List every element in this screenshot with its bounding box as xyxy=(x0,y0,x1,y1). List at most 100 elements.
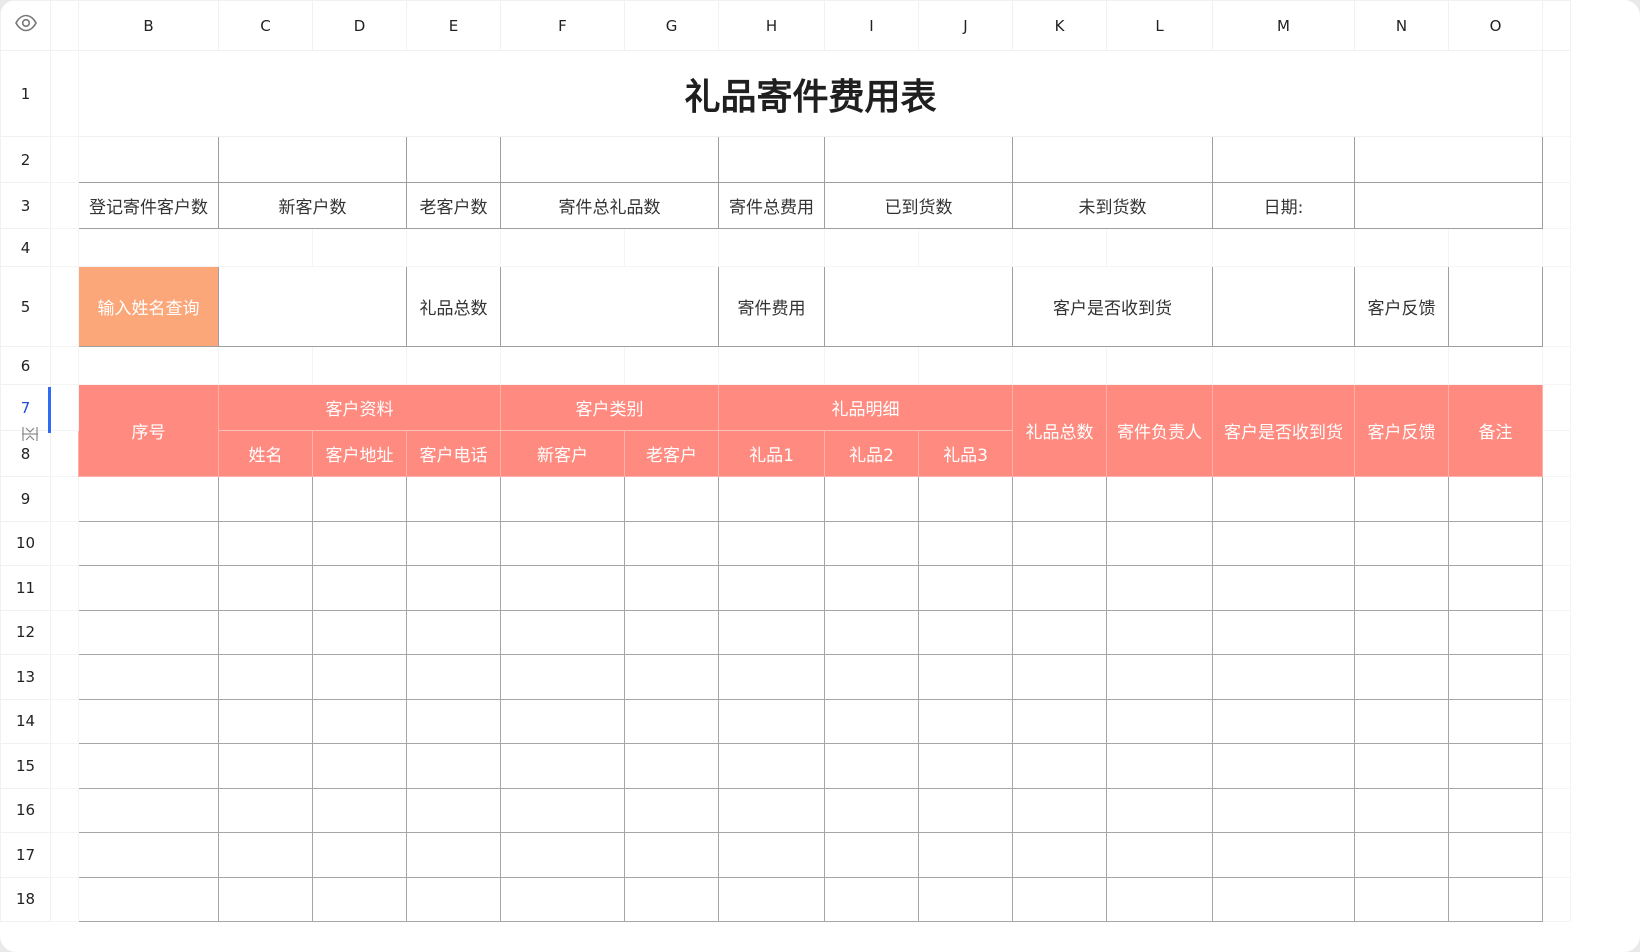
cell[interactable] xyxy=(50,876,79,922)
cell[interactable] xyxy=(824,346,919,385)
table-cell[interactable] xyxy=(406,787,501,833)
header-received[interactable]: 客户是否收到货 xyxy=(1212,384,1355,477)
table-cell[interactable] xyxy=(1354,698,1449,744)
table-cell[interactable] xyxy=(624,787,719,833)
cell[interactable] xyxy=(1448,346,1543,385)
table-cell[interactable] xyxy=(918,787,1013,833)
column-header[interactable]: O xyxy=(1448,0,1543,51)
header-gift-total[interactable]: 礼品总数 xyxy=(1012,384,1107,477)
cell[interactable] xyxy=(1212,228,1355,267)
header-feedback[interactable]: 客户反馈 xyxy=(1354,384,1449,477)
row-header[interactable]: 15 xyxy=(0,743,51,789)
cell[interactable] xyxy=(918,346,1013,385)
table-cell[interactable] xyxy=(718,476,825,522)
column-header[interactable]: I xyxy=(824,0,919,51)
table-cell[interactable] xyxy=(1212,743,1355,789)
table-cell[interactable] xyxy=(406,565,501,611)
table-cell[interactable] xyxy=(78,743,219,789)
cell[interactable] xyxy=(1542,384,1571,431)
table-cell[interactable] xyxy=(312,565,407,611)
column-header[interactable]: C xyxy=(218,0,313,51)
table-cell[interactable] xyxy=(1354,609,1449,655)
table-cell[interactable] xyxy=(78,609,219,655)
header-gift3[interactable]: 礼品3 xyxy=(918,430,1013,477)
table-cell[interactable] xyxy=(918,476,1013,522)
header-customer-type[interactable]: 客户类别 xyxy=(500,384,719,431)
table-cell[interactable] xyxy=(1212,654,1355,700)
cell[interactable] xyxy=(1542,876,1571,922)
table-cell[interactable] xyxy=(1212,832,1355,878)
table-cell[interactable] xyxy=(1448,832,1543,878)
cell[interactable] xyxy=(1542,430,1571,477)
table-cell[interactable] xyxy=(624,832,719,878)
table-cell[interactable] xyxy=(1012,520,1107,566)
column-header[interactable]: G xyxy=(624,0,719,51)
table-cell[interactable] xyxy=(1106,743,1213,789)
table-cell[interactable] xyxy=(918,609,1013,655)
table-cell[interactable] xyxy=(918,520,1013,566)
table-cell[interactable] xyxy=(1012,787,1107,833)
table-cell[interactable] xyxy=(1212,609,1355,655)
table-cell[interactable] xyxy=(406,609,501,655)
sheet-title[interactable]: 礼品寄件费用表 xyxy=(78,50,1543,137)
cell[interactable] xyxy=(1542,832,1571,878)
table-cell[interactable] xyxy=(218,876,313,922)
table-cell[interactable] xyxy=(78,832,219,878)
table-cell[interactable] xyxy=(218,654,313,700)
table-cell[interactable] xyxy=(406,743,501,789)
summary-value-cell[interactable] xyxy=(406,136,501,183)
table-cell[interactable] xyxy=(312,654,407,700)
cell[interactable] xyxy=(624,228,719,267)
table-cell[interactable] xyxy=(824,876,919,922)
column-header-a[interactable] xyxy=(50,0,79,51)
cell[interactable] xyxy=(78,228,219,267)
table-cell[interactable] xyxy=(1354,565,1449,611)
row-header[interactable]: 6 xyxy=(0,346,51,385)
table-cell[interactable] xyxy=(1106,476,1213,522)
table-cell[interactable] xyxy=(312,876,407,922)
table-cell[interactable] xyxy=(918,832,1013,878)
cell[interactable] xyxy=(50,698,79,744)
table-cell[interactable] xyxy=(406,698,501,744)
table-cell[interactable] xyxy=(312,609,407,655)
summary-value-cell[interactable] xyxy=(500,136,719,183)
table-cell[interactable] xyxy=(918,698,1013,744)
column-header[interactable]: D xyxy=(312,0,407,51)
table-cell[interactable] xyxy=(500,609,625,655)
cell[interactable] xyxy=(50,476,79,522)
visibility-toggle[interactable] xyxy=(0,0,51,51)
total-gifts-label[interactable]: 寄件总礼品数 xyxy=(500,182,719,229)
cell[interactable] xyxy=(50,136,79,183)
row-header[interactable]: 2 xyxy=(0,136,51,183)
table-cell[interactable] xyxy=(406,876,501,922)
table-cell[interactable] xyxy=(718,787,825,833)
table-cell[interactable] xyxy=(218,832,313,878)
table-cell[interactable] xyxy=(1448,698,1543,744)
table-cell[interactable] xyxy=(1448,743,1543,789)
table-cell[interactable] xyxy=(406,654,501,700)
column-header[interactable]: M xyxy=(1212,0,1355,51)
cell[interactable] xyxy=(218,228,313,267)
table-cell[interactable] xyxy=(218,520,313,566)
header-seq[interactable]: 序号 xyxy=(78,384,219,477)
table-cell[interactable] xyxy=(824,787,919,833)
table-cell[interactable] xyxy=(718,565,825,611)
table-cell[interactable] xyxy=(824,654,919,700)
table-cell[interactable] xyxy=(1448,609,1543,655)
header-address[interactable]: 客户地址 xyxy=(312,430,407,477)
table-cell[interactable] xyxy=(406,832,501,878)
query-shipping-cost-value[interactable] xyxy=(824,266,1013,347)
table-cell[interactable] xyxy=(500,743,625,789)
table-cell[interactable] xyxy=(406,520,501,566)
table-cell[interactable] xyxy=(1106,698,1213,744)
table-cell[interactable] xyxy=(218,609,313,655)
header-new-customer[interactable]: 新客户 xyxy=(500,430,625,477)
table-cell[interactable] xyxy=(718,520,825,566)
cell[interactable] xyxy=(1212,346,1355,385)
table-cell[interactable] xyxy=(1448,654,1543,700)
query-shipping-cost-label[interactable]: 寄件费用 xyxy=(718,266,825,347)
cell[interactable] xyxy=(1542,228,1571,267)
table-cell[interactable] xyxy=(1012,832,1107,878)
table-cell[interactable] xyxy=(918,565,1013,611)
table-cell[interactable] xyxy=(1448,876,1543,922)
